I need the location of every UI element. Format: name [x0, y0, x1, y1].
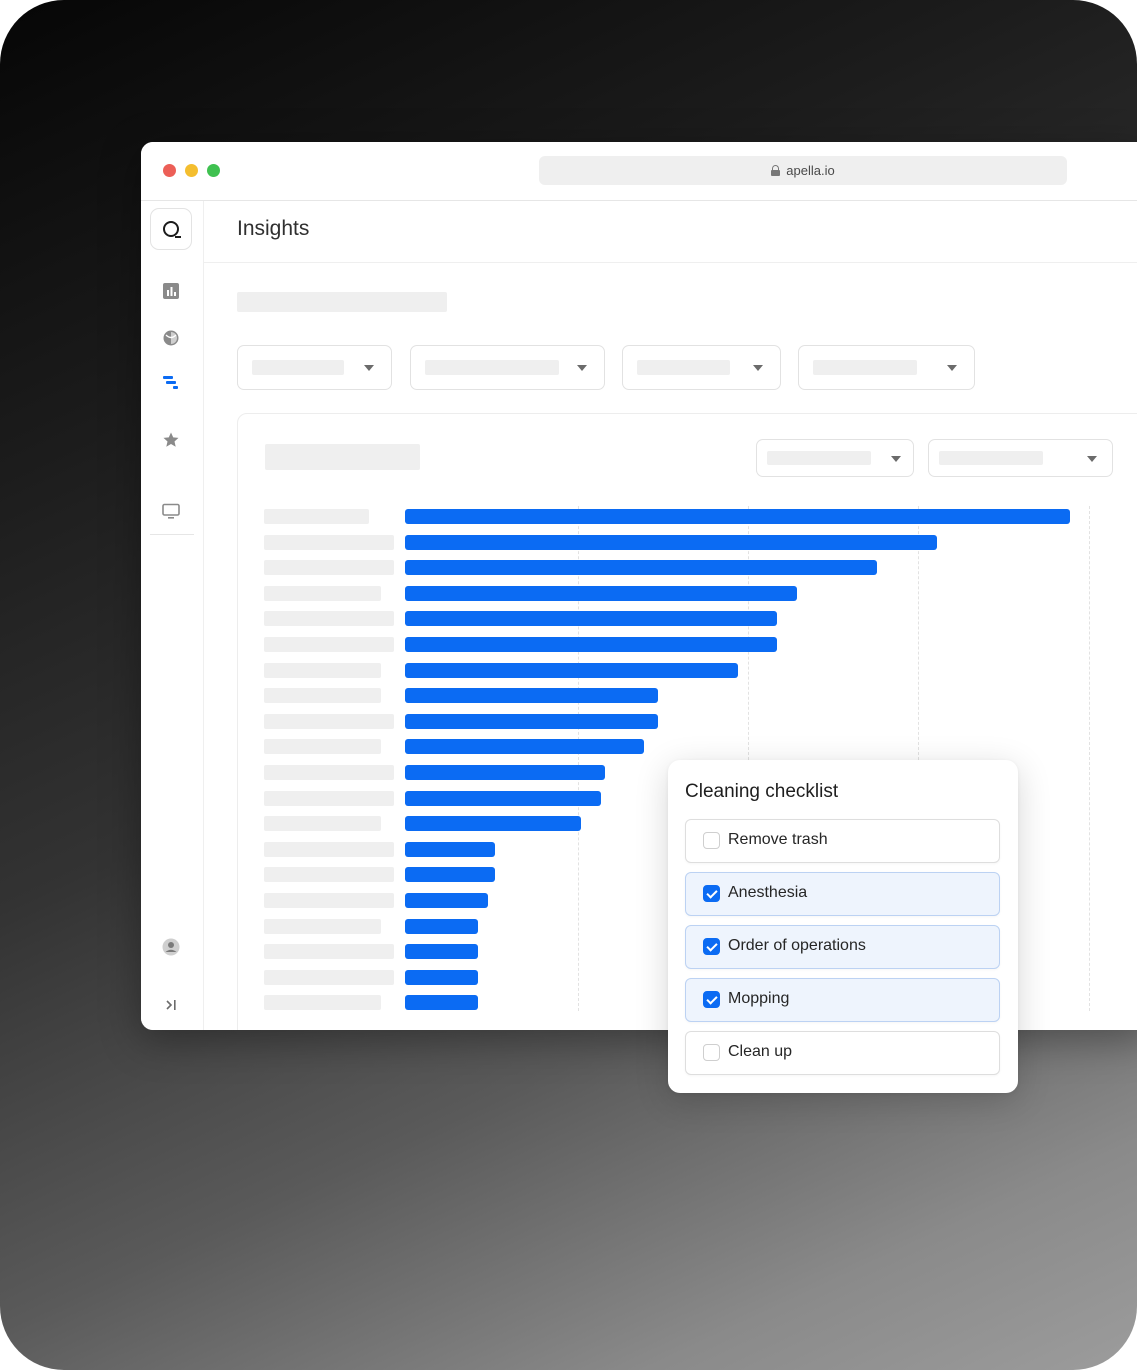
category-label-placeholder	[264, 509, 369, 524]
chart-bar[interactable]	[405, 944, 479, 960]
chart-bar[interactable]	[405, 688, 658, 704]
chart-bar[interactable]	[405, 969, 479, 985]
logo-icon[interactable]	[150, 208, 192, 250]
chart-bar[interactable]	[405, 713, 658, 729]
category-label-placeholder	[264, 969, 394, 985]
chart-bar[interactable]	[405, 611, 778, 627]
filter-value-placeholder	[813, 360, 917, 375]
checklist-item-remove-trash[interactable]: Remove trash	[685, 819, 1000, 863]
chart-bar[interactable]	[405, 841, 495, 857]
grid-line	[1089, 506, 1090, 1011]
chart-bar[interactable]	[405, 918, 479, 934]
sidebar	[141, 201, 204, 1030]
checkbox[interactable]	[703, 832, 720, 849]
category-label-placeholder	[264, 739, 381, 755]
user-icon[interactable]	[162, 938, 180, 956]
chart-bar[interactable]	[405, 662, 738, 678]
chart-title-placeholder	[265, 444, 420, 470]
filter-value-placeholder	[252, 360, 344, 375]
chevron-down-icon	[1087, 456, 1097, 462]
checklist-item-label: Order of operations	[728, 937, 866, 954]
chart-bar[interactable]	[405, 534, 937, 550]
checklist-title: Cleaning checklist	[685, 781, 839, 802]
category-label-placeholder	[264, 790, 394, 806]
category-label-placeholder	[264, 841, 394, 857]
sidebar-divider	[150, 534, 194, 535]
dropdown-value-placeholder	[939, 451, 1043, 465]
category-label-placeholder	[264, 918, 381, 934]
chart-bar[interactable]	[405, 739, 645, 755]
checklist-item-label: Mopping	[728, 990, 790, 1007]
address-bar[interactable]: apella.io	[539, 156, 1067, 185]
monitor-icon[interactable]	[162, 502, 180, 520]
chevron-down-icon	[577, 365, 587, 371]
chart-bar[interactable]	[405, 765, 605, 780]
chart-bar[interactable]	[405, 509, 1070, 524]
filter-dropdown-4[interactable]	[798, 345, 975, 390]
category-label-placeholder	[264, 637, 394, 652]
chart-bar[interactable]	[405, 816, 582, 832]
chevron-down-icon	[947, 365, 957, 371]
category-label-placeholder	[264, 585, 381, 601]
chart-bar[interactable]	[405, 790, 602, 806]
maximize-window-button[interactable]	[207, 164, 220, 177]
checklist-item-label: Clean up	[728, 1043, 793, 1060]
chart-option-dropdown-1[interactable]	[756, 439, 914, 477]
checklist-item-anesthesia[interactable]: Anesthesia	[685, 872, 1000, 916]
page-title: Insights	[237, 217, 310, 240]
bar-chart-icon[interactable]	[162, 282, 180, 300]
chevron-down-icon	[891, 456, 901, 462]
chart-option-dropdown-2[interactable]	[928, 439, 1113, 477]
checklist-item-label: Remove trash	[728, 831, 828, 848]
header-divider	[203, 262, 1137, 263]
filter-value-placeholder	[425, 360, 559, 375]
filter-dropdown-1[interactable]	[237, 345, 392, 390]
chevron-down-icon	[364, 365, 374, 371]
shield-icon[interactable]	[162, 329, 180, 347]
lock-icon	[771, 165, 781, 176]
chart-bar[interactable]	[405, 585, 798, 601]
checklist-item-clean-up[interactable]: Clean up	[685, 1031, 1000, 1075]
checklist-item-mopping[interactable]: Mopping	[685, 978, 1000, 1022]
filter-value-placeholder	[637, 360, 730, 375]
category-label-placeholder	[264, 816, 381, 832]
category-label-placeholder	[264, 944, 394, 960]
checklist-item-label: Anesthesia	[728, 884, 808, 901]
category-label-placeholder	[264, 560, 394, 576]
category-label-placeholder	[264, 995, 381, 1011]
close-window-button[interactable]	[163, 164, 176, 177]
url-text: apella.io	[786, 163, 835, 178]
checkbox[interactable]	[703, 991, 720, 1008]
category-label-placeholder	[264, 534, 394, 550]
chevron-down-icon	[753, 365, 763, 371]
minimize-window-button[interactable]	[185, 164, 198, 177]
star-icon[interactable]	[162, 431, 180, 449]
chart-bar[interactable]	[405, 867, 495, 883]
insights-icon[interactable]	[162, 374, 180, 392]
category-label-placeholder	[264, 893, 394, 908]
browser-titlebar: apella.io	[141, 142, 1137, 201]
category-label-placeholder	[264, 611, 394, 627]
category-label-placeholder	[264, 713, 394, 729]
chart-bar[interactable]	[405, 560, 878, 576]
checkbox[interactable]	[703, 885, 720, 902]
filter-dropdown-3[interactable]	[622, 345, 781, 390]
dropdown-value-placeholder	[767, 451, 871, 465]
checkbox[interactable]	[703, 1044, 720, 1061]
subtitle-placeholder	[237, 292, 447, 312]
filter-dropdown-2[interactable]	[410, 345, 605, 390]
category-label-placeholder	[264, 867, 394, 883]
category-label-placeholder	[264, 688, 381, 704]
category-label-placeholder	[264, 662, 381, 678]
chart-bar[interactable]	[405, 893, 489, 908]
grid-line	[578, 506, 579, 1011]
collapse-sidebar-icon[interactable]	[162, 996, 180, 1014]
chart-bar[interactable]	[405, 637, 778, 652]
checkbox[interactable]	[703, 938, 720, 955]
cleaning-checklist-popup: Cleaning checklist Remove trash Anesthes…	[668, 760, 1018, 1093]
checklist-item-order-of-operations[interactable]: Order of operations	[685, 925, 1000, 969]
category-label-placeholder	[264, 765, 394, 780]
chart-bar[interactable]	[405, 995, 479, 1011]
